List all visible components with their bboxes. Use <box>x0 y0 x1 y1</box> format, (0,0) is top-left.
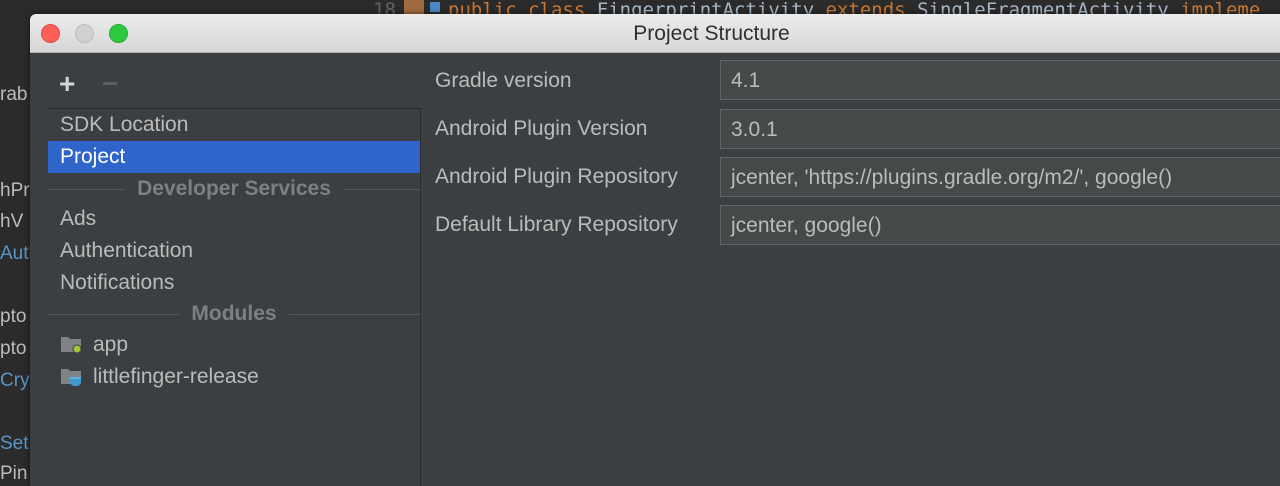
background-fragment: Auth <box>0 243 30 264</box>
module-label: littlefinger-release <box>93 365 259 388</box>
section-header-label: Developer Services <box>125 177 343 200</box>
sidebar-item-project[interactable]: Project <box>48 141 420 173</box>
code-keyword: impleme <box>1180 0 1261 14</box>
remove-icon[interactable]: − <box>102 70 118 98</box>
sidebar-item-notifications[interactable]: Notifications <box>48 267 420 299</box>
background-fragment: rab <box>0 84 28 105</box>
code-keyword: extends <box>825 0 906 14</box>
sidebar-item-module-littlefinger-release[interactable]: littlefinger-release <box>48 361 420 393</box>
background-fragment: SetP <box>0 433 30 454</box>
sidebar-item-ads[interactable]: Ads <box>48 203 420 235</box>
project-structure-dialog: Project Structure + − SDK Location Proje… <box>30 14 1280 486</box>
window-title: Project Structure <box>633 22 790 45</box>
section-header-label: Modules <box>179 302 289 325</box>
section-header-modules: Modules <box>48 298 420 330</box>
sidebar-item-sdk-location[interactable]: SDK Location <box>48 109 420 141</box>
android-plugin-repository-field[interactable]: jcenter, 'https://plugins.gradle.org/m2/… <box>720 157 1280 197</box>
library-module-folder-icon <box>61 369 81 386</box>
gradle-version-field[interactable]: 4.1 <box>720 60 1280 100</box>
android-plugin-repository-label: Android Plugin Repository <box>435 165 678 188</box>
add-icon[interactable]: + <box>59 70 75 98</box>
android-plugin-version-label: Android Plugin Version <box>435 117 648 140</box>
code-keyword: public <box>448 0 517 14</box>
background-fragment: Pin <box>0 463 28 484</box>
sidebar-item-module-app[interactable]: app <box>48 329 420 361</box>
gradle-version-label: Gradle version <box>435 69 572 92</box>
background-project-tree: rab hPr hV Auth pto pto Cryp SetP Pin <box>0 0 30 486</box>
code-keyword: class <box>528 0 586 14</box>
sidebar-item-authentication[interactable]: Authentication <box>48 235 420 267</box>
background-fragment: hV <box>0 211 24 232</box>
sidebar: SDK Location Project Developer Services … <box>48 108 421 486</box>
android-module-folder-icon <box>61 337 82 354</box>
bookmark-gutter-icon <box>430 2 440 12</box>
background-fragment: Cryp <box>0 370 30 391</box>
default-library-repository-label: Default Library Repository <box>435 213 678 236</box>
title-bar[interactable]: Project Structure <box>30 14 1280 53</box>
background-fragment: pto <box>0 306 27 327</box>
module-label: app <box>93 333 129 356</box>
background-fragment: pto <box>0 338 27 359</box>
background-editor-line: 18 public class FingerprintActivity exten… <box>356 0 1280 14</box>
code-identifier: SingleFragmentActivity <box>917 0 1169 14</box>
background-fragment: hPr <box>0 180 30 201</box>
code-identifier: FingerprintActivity <box>596 0 815 14</box>
default-library-repository-field[interactable]: jcenter, google() <box>720 205 1280 245</box>
section-header-developer-services: Developer Services <box>48 173 420 205</box>
line-number: 18 <box>373 0 396 14</box>
override-gutter-icon <box>404 0 424 14</box>
android-plugin-version-field[interactable]: 3.0.1 <box>720 109 1280 149</box>
